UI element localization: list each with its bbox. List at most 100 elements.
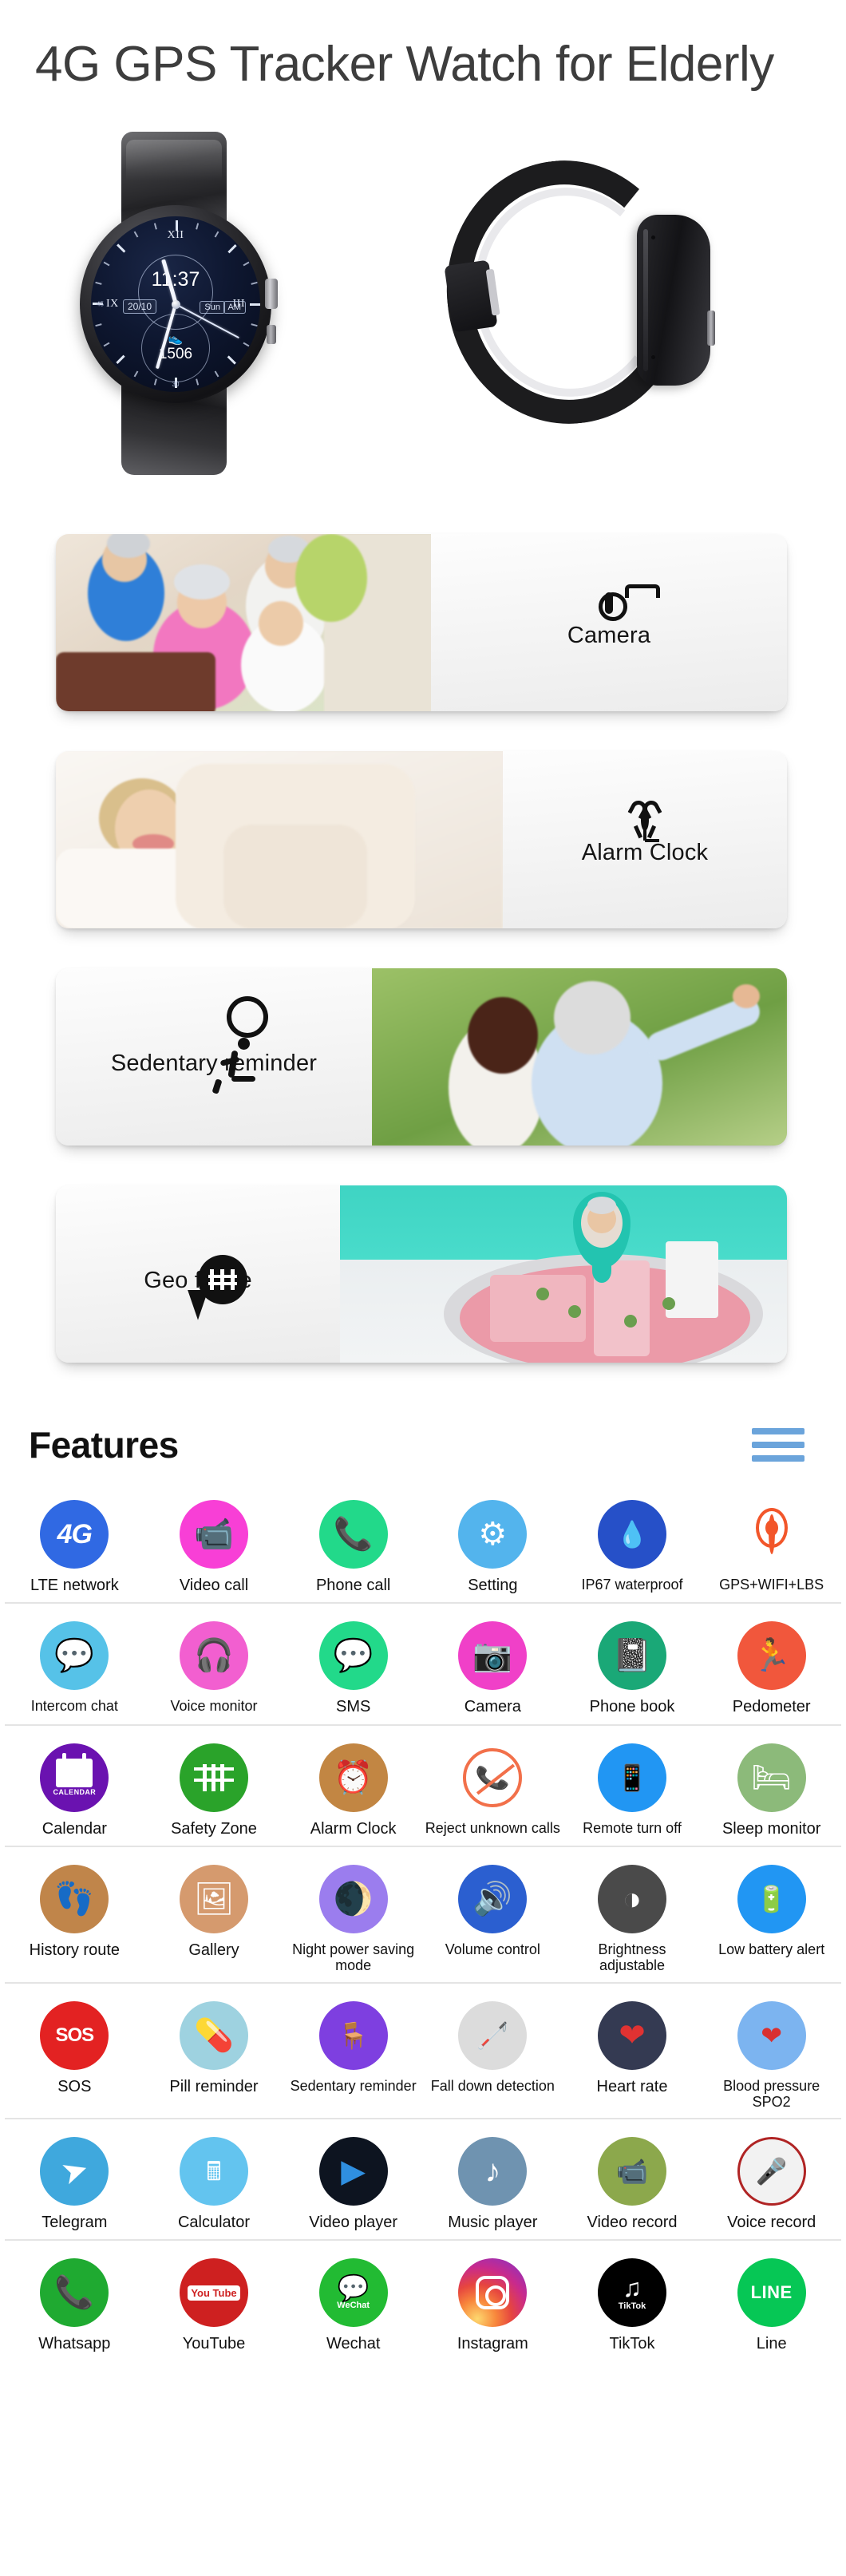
feature-sms[interactable]: 💬 SMS bbox=[283, 1612, 423, 1719]
feature-label: Night power saving mode bbox=[292, 1941, 415, 1974]
banner-caption-panel-sedentary: Sedentary reminder bbox=[56, 968, 372, 1146]
feature-alarm-clock[interactable]: ⏰ Alarm Clock bbox=[283, 1734, 423, 1841]
phone-book-icon: 📓 bbox=[597, 1621, 666, 1691]
feature-voice-record[interactable]: 🎤 Voice record bbox=[702, 2127, 841, 2234]
feature-video-call[interactable]: 📹 Video call bbox=[144, 1490, 284, 1597]
feature-label: Calculator bbox=[177, 2213, 251, 2231]
watch-side-button bbox=[267, 325, 276, 345]
shoe-icon: 👟 bbox=[168, 332, 184, 346]
page-title: 4G GPS Tracker Watch for Elderly bbox=[35, 37, 774, 92]
feature-label: Heart rate bbox=[596, 2077, 668, 2095]
music-note-icon: ♪ bbox=[458, 2136, 528, 2206]
banner-sedentary-reminder[interactable]: Sedentary reminder bbox=[56, 968, 787, 1146]
feature-camera[interactable]: 📷 Camera bbox=[423, 1612, 563, 1719]
dial-roman-12: XII bbox=[167, 229, 184, 242]
feature-instagram[interactable]: Instagram bbox=[423, 2249, 563, 2356]
feature-label: Phone book bbox=[589, 1698, 675, 1716]
feature-ip67-waterproof[interactable]: 💧 IP67 waterproof bbox=[563, 1490, 702, 1597]
dial-roman-9: IX bbox=[106, 298, 119, 311]
safety-fence-icon bbox=[179, 1743, 248, 1812]
watch-case: XII IX III 45 30 11:37 👟 1506 20/10 Sun … bbox=[80, 205, 278, 404]
feature-sedentary-reminder[interactable]: 🪑 Sedentary reminder bbox=[283, 1992, 423, 2113]
feature-label: Safety Zone bbox=[171, 1819, 257, 1838]
feature-lte-network[interactable]: 4G LTE network bbox=[5, 1490, 144, 1597]
feature-music-player[interactable]: ♪ Music player bbox=[423, 2127, 563, 2234]
feature-label: Fall down detection bbox=[430, 2077, 555, 2094]
feature-label: Phone call bbox=[315, 1577, 391, 1595]
feature-label: TikTok bbox=[609, 2335, 655, 2353]
pill-icon: 💊 bbox=[179, 2000, 248, 2070]
feature-history-route[interactable]: 👣 History route bbox=[5, 1855, 144, 1977]
feature-blood-pressure-spo2[interactable]: ❤ Blood pressure SPO2 bbox=[702, 1992, 841, 2113]
feature-sos[interactable]: SOS SOS bbox=[5, 1992, 144, 2113]
feature-banner-list: Camera Alarm Clock Sedentary reminder Ge… bbox=[0, 515, 846, 1363]
feature-low-battery-alert[interactable]: 🔋 Low battery alert bbox=[702, 1855, 841, 1977]
feature-voice-monitor[interactable]: 🎧 Voice monitor bbox=[144, 1612, 284, 1719]
feature-sleep-monitor[interactable]: 🛏 Sleep monitor bbox=[702, 1734, 841, 1841]
feature-volume-control[interactable]: 🔊 Volume control bbox=[423, 1855, 563, 1977]
gallery-photo-icon: 🖼 bbox=[179, 1865, 248, 1934]
feature-label: Setting bbox=[468, 1577, 518, 1595]
watch-side-view bbox=[433, 146, 715, 465]
feature-setting[interactable]: ⚙ Setting bbox=[423, 1490, 563, 1597]
feature-label: Pill reminder bbox=[169, 2077, 259, 2095]
features-row: 💬 Intercom chat 🎧 Voice monitor 💬 SMS 📷 … bbox=[5, 1612, 841, 1726]
feature-whatsapp[interactable]: 📞 Whatsapp bbox=[5, 2249, 144, 2356]
feature-reject-unknown-calls[interactable]: 📞 Reject unknown calls bbox=[423, 1734, 563, 1841]
intercom-chat-icon: 💬 bbox=[40, 1621, 109, 1691]
feature-wechat[interactable]: 💬 WeChat Wechat bbox=[283, 2249, 423, 2356]
volume-control-icon: 🔊 bbox=[458, 1865, 528, 1934]
hamburger-menu-icon[interactable] bbox=[752, 1428, 804, 1462]
feature-label: Whatsapp bbox=[38, 2335, 111, 2353]
dial-steps-subdial: 👟 1506 bbox=[141, 314, 210, 383]
footprints-icon: 👣 bbox=[40, 1865, 109, 1934]
sleep-bed-icon: 🛏 bbox=[737, 1743, 806, 1812]
feature-calculator[interactable]: 🖩 Calculator bbox=[144, 2127, 284, 2234]
feature-night-power-saving-mode[interactable]: 🌒 Night power saving mode bbox=[283, 1855, 423, 1977]
feature-gallery[interactable]: 🖼 Gallery bbox=[144, 1855, 284, 1977]
feature-fall-down-detection[interactable]: 🦯 Fall down detection bbox=[423, 1992, 563, 2113]
feature-line[interactable]: LINE Line bbox=[702, 2249, 841, 2356]
calendar-icon: CALENDAR bbox=[40, 1743, 109, 1812]
feature-label: Voice monitor bbox=[170, 1698, 258, 1715]
feature-label: Music player bbox=[448, 2213, 538, 2231]
feature-tiktok[interactable]: ♫ TikTok TikTok bbox=[563, 2249, 702, 2356]
blood-pressure-icon: ❤ bbox=[737, 2000, 806, 2070]
banner-caption-panel-camera: Camera bbox=[431, 534, 787, 712]
feature-label: Reject unknown calls bbox=[425, 1819, 560, 1836]
features-row: 4G LTE network 📹 Video call 📞 Phone call… bbox=[5, 1490, 841, 1605]
features-title: Features bbox=[29, 1424, 179, 1466]
feature-label: Alarm Clock bbox=[310, 1819, 397, 1838]
banner-caption: Camera bbox=[567, 622, 651, 648]
feature-label: Telegram bbox=[42, 2213, 108, 2231]
4g-network-icon: 4G bbox=[40, 1500, 109, 1569]
feature-intercom-chat[interactable]: 💬 Intercom chat bbox=[5, 1612, 144, 1719]
feature-phone-call[interactable]: 📞 Phone call bbox=[283, 1490, 423, 1597]
feature-youtube[interactable]: You Tube YouTube bbox=[144, 2249, 284, 2356]
hand-pivot bbox=[171, 299, 180, 309]
product-image-gallery: XII IX III 45 30 11:37 👟 1506 20/10 Sun … bbox=[0, 124, 846, 515]
feature-brightness-adjustable[interactable]: ◑ Brightness adjustable bbox=[563, 1855, 702, 1977]
feature-remote-turn-off[interactable]: 📱 Remote turn off bbox=[563, 1734, 702, 1841]
feature-telegram[interactable]: ➤ Telegram bbox=[5, 2127, 144, 2234]
settings-gear-icon: ⚙ bbox=[458, 1500, 528, 1569]
feature-pill-reminder[interactable]: 💊 Pill reminder bbox=[144, 1992, 284, 2113]
banner-alarm-clock[interactable]: Alarm Clock bbox=[56, 751, 787, 929]
feature-label: LTE network bbox=[30, 1577, 119, 1595]
feature-pedometer[interactable]: 🏃 Pedometer bbox=[702, 1612, 841, 1719]
feature-video-player[interactable]: ▶ Video player bbox=[283, 2127, 423, 2234]
feature-video-record[interactable]: 📹 Video record bbox=[563, 2127, 702, 2234]
banner-camera[interactable]: Camera bbox=[56, 534, 787, 712]
sedentary-sitting-icon: 🪑 bbox=[318, 2000, 388, 2070]
feature-phone-book[interactable]: 📓 Phone book bbox=[563, 1612, 702, 1719]
feature-gps-wifi-lbs[interactable]: GPS+WIFI+LBS bbox=[702, 1490, 841, 1597]
banner-photo-sleeping bbox=[56, 751, 503, 929]
video-record-icon: 📹 bbox=[597, 2136, 666, 2206]
feature-calendar[interactable]: CALENDAR Calendar bbox=[5, 1734, 144, 1841]
feature-label: Intercom chat bbox=[30, 1698, 118, 1715]
banner-geo-fence[interactable]: Geo fence bbox=[56, 1185, 787, 1363]
watch-date: 20/10 bbox=[123, 299, 157, 315]
feature-safety-zone[interactable]: Safety Zone bbox=[144, 1734, 284, 1841]
feature-label: Sedentary reminder bbox=[290, 2077, 417, 2094]
feature-heart-rate[interactable]: ❤ Heart rate bbox=[563, 1992, 702, 2113]
